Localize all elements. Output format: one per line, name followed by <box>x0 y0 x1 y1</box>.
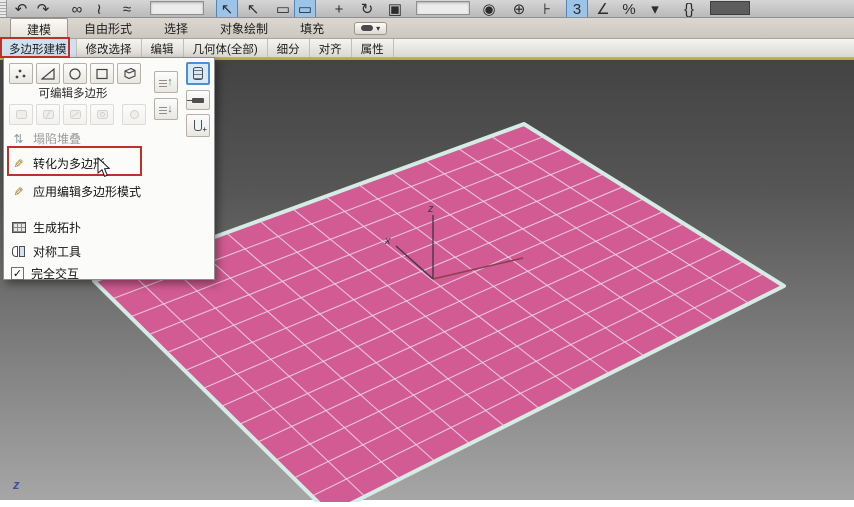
rectangular-selection-region-icon[interactable]: ▭ <box>272 0 294 17</box>
ribbon-minimize-icon <box>361 25 374 31</box>
angle-snap-icon[interactable]: ∠ <box>592 0 614 17</box>
next-modifier-button[interactable]: ↓ <box>154 98 178 120</box>
menu-item-symmetry-tools[interactable]: 对称工具 <box>11 242 81 261</box>
checkbox-checked-icon[interactable]: ✓ <box>11 267 24 280</box>
show-end-result-button[interactable] <box>186 114 210 137</box>
tab-freeform[interactable]: 自由形式 <box>68 18 148 38</box>
panel-polygon-modeling[interactable]: 多边形建模 <box>0 39 77 57</box>
beaker-plus-icon <box>194 120 207 134</box>
menu-item-generate-topology[interactable]: 生成拓扑 <box>11 218 81 237</box>
keyboard-shortcut-override-icon[interactable]: ⊦ <box>536 0 558 17</box>
topology-grid-icon <box>11 220 26 235</box>
select-object-icon[interactable]: ↖ <box>216 0 238 17</box>
selection-filter-dropdown[interactable] <box>150 1 204 15</box>
menu-item-apply-edit-poly-mode[interactable]: ✎ 应用编辑多边形模式 <box>11 182 141 201</box>
redo-icon[interactable]: ↷ <box>32 0 54 17</box>
use-pivot-point-center-icon[interactable]: ◉ <box>478 0 500 17</box>
arrow-down-icon: ↓ <box>167 102 173 115</box>
menu-item-label: 对称工具 <box>33 245 82 259</box>
border-mode-button[interactable] <box>63 63 87 84</box>
select-and-manipulate-icon[interactable]: ⊕ <box>508 0 530 17</box>
stack-lines-icon <box>159 77 168 87</box>
named-selection-sets-icon[interactable]: {} <box>678 0 700 17</box>
arrow-up-icon: ↑ <box>167 75 173 88</box>
tab-object-paint[interactable]: 对象绘制 <box>204 18 284 38</box>
modifier-stack-icon <box>193 67 203 80</box>
mirror-dropdown[interactable] <box>710 1 750 15</box>
convert-to-poly-icon: ✎ <box>13 156 24 171</box>
percent-snap-icon[interactable]: % <box>618 0 640 17</box>
modify-mode-toggle-button[interactable] <box>186 62 210 85</box>
panel-subdivision[interactable]: 细分 <box>268 39 310 57</box>
select-and-scale-icon[interactable]: ▣ <box>384 0 406 17</box>
element-mode-button[interactable] <box>117 63 141 84</box>
select-and-move-icon[interactable]: + <box>328 0 350 17</box>
toolbar-drag-handle[interactable] <box>0 0 7 17</box>
menu-item-label: 生成拓扑 <box>33 221 82 235</box>
chevron-down-icon: ▾ <box>376 23 381 33</box>
bind-to-space-warp-icon[interactable]: ≈ <box>116 0 138 17</box>
panel-align[interactable]: 对齐 <box>310 39 352 57</box>
mouse-cursor <box>97 157 111 177</box>
menu-item-full-interactivity[interactable]: ✓ 完全交互 <box>11 264 79 283</box>
menu-item-label: 完全交互 <box>31 267 80 281</box>
select-and-link-icon[interactable]: ∞ <box>66 0 88 17</box>
pin-icon <box>187 97 204 103</box>
svg-text:z: z <box>427 203 434 215</box>
select-by-name-icon[interactable]: ↖ <box>242 0 264 17</box>
tab-populate[interactable]: 填充 <box>284 18 340 38</box>
stack-lines-icon <box>159 104 168 114</box>
edge-icon <box>40 67 55 80</box>
ribbon-minimize-button[interactable]: ▾ <box>354 21 388 35</box>
edge-mode-button[interactable] <box>36 63 60 84</box>
panel-modify-selection[interactable]: 修改选择 <box>77 39 142 57</box>
vertex-icon <box>15 69 26 78</box>
menu-item-label: 转化为多边形 <box>33 157 106 171</box>
edit-poly-mode-icon: ✎ <box>13 184 24 199</box>
main-toolbar: ↶ ↷ ∞ ≀ ≈ ↖ ↖ ▭ ▭ + ↻ ▣ ◉ ⊕ ⊦ 3 ∠% ▾ {} <box>0 0 854 18</box>
select-and-rotate-icon[interactable]: ↻ <box>356 0 378 17</box>
spinner-snap-icon[interactable]: ▾ <box>644 0 666 17</box>
panel-properties[interactable]: 属性 <box>352 39 394 57</box>
poly-tool-button-1 <box>9 104 33 125</box>
poly-tool-button-4 <box>90 104 114 125</box>
menu-item-convert-to-poly[interactable]: ✎ 转化为多边形 <box>11 154 105 173</box>
world-axis-z-label: z <box>13 477 20 492</box>
menu-item-collapse-stack: ⇅ 塌陷堆叠 <box>11 129 81 148</box>
collapse-stack-icon: ⇅ <box>13 131 24 146</box>
element-cube-icon <box>123 67 136 80</box>
svg-text:x: x <box>384 235 391 247</box>
poly-tool-button-3 <box>63 104 87 125</box>
ribbon-tab-bar: 建模 自由形式 选择 对象绘制 填充 ▾ <box>0 18 854 39</box>
vertex-mode-button[interactable] <box>9 63 33 84</box>
polygon-mode-button[interactable] <box>90 63 114 84</box>
polygon-icon <box>96 68 108 79</box>
pin-stack-button[interactable] <box>186 90 210 110</box>
tab-selection[interactable]: 选择 <box>148 18 204 38</box>
window-crossing-icon[interactable]: ▭ <box>294 0 316 17</box>
undo-icon[interactable]: ↶ <box>10 0 32 17</box>
panel-edit[interactable]: 编辑 <box>142 39 184 57</box>
previous-modifier-button[interactable]: ↑ <box>154 71 178 93</box>
menu-item-label: 塌陷堆叠 <box>33 132 82 146</box>
border-icon <box>69 67 81 80</box>
menu-item-label: 应用编辑多边形模式 <box>33 185 142 199</box>
poly-tool-button-5 <box>122 104 146 125</box>
snaps-toggle-icon[interactable]: 3 <box>566 0 588 17</box>
unlink-selection-icon[interactable]: ≀ <box>88 0 110 17</box>
reference-coordinate-dropdown[interactable] <box>416 1 470 15</box>
symmetry-icon <box>11 244 26 259</box>
ribbon-panel-bar: 多边形建模 修改选择 编辑 几何体(全部) 细分 对齐 属性 <box>0 39 854 58</box>
panel-geometry-all[interactable]: 几何体(全部) <box>184 39 268 57</box>
tab-modeling[interactable]: 建模 <box>10 18 69 38</box>
poly-tool-button-2 <box>36 104 60 125</box>
editable-poly-label: 可编辑多边形 <box>38 88 108 100</box>
